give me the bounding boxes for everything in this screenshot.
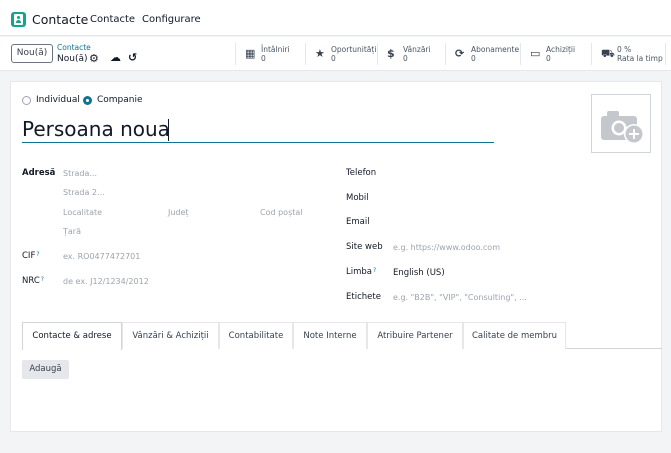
nrc-label: NRC? [22, 276, 44, 286]
address-label: Adresă [22, 168, 56, 178]
smart-button-opportunities[interactable]: ★ Oportunități 0 [305, 43, 377, 65]
calendar-icon: ▦ [245, 47, 256, 60]
website-input[interactable]: e.g. https://www.odoo.com [393, 243, 500, 252]
vat-input[interactable]: ex. RO0477472701 [63, 252, 140, 261]
mobile-label: Mobil [346, 193, 369, 203]
smart-button-on-time-rate[interactable]: ⛟ 0 % Rata la timp [591, 43, 666, 65]
cloud-upload-icon[interactable]: ☁ [110, 51, 121, 64]
text-cursor [168, 119, 169, 141]
vat-label: CIF? [22, 251, 40, 261]
help-icon[interactable]: ? [36, 251, 39, 258]
name-input[interactable] [22, 115, 494, 143]
tab-contacts-addresses[interactable]: Contacte & adrese [22, 322, 122, 350]
smart-button-sales[interactable]: $ Vânzări 0 [377, 43, 445, 65]
help-icon[interactable]: ? [373, 267, 376, 274]
city-input[interactable]: Localitate [63, 208, 102, 217]
radio-individual-label[interactable]: Individual [36, 95, 80, 105]
state-select[interactable]: Județ [168, 208, 189, 217]
credit-card-icon: ▭ [530, 47, 541, 60]
radio-company[interactable] [83, 96, 92, 105]
tab-accounting[interactable]: Contabilitate [219, 322, 293, 349]
website-label: Site web [346, 242, 383, 252]
tab-partner-assignment[interactable]: Atribuire Partener [367, 322, 463, 349]
gear-icon[interactable]: ⚙ [89, 52, 99, 65]
breadcrumb-parent[interactable]: Contacte [57, 43, 91, 52]
smart-button-meetings[interactable]: ▦ Întâlniri 0 [235, 43, 305, 65]
smart-button-purchases[interactable]: ▭ Achiziții 0 [520, 43, 591, 65]
app-title[interactable]: Contacte [32, 12, 88, 27]
contacts-app-icon[interactable] [11, 12, 26, 27]
menu-configurare[interactable]: Configurare [142, 14, 201, 25]
tags-label: Etichete [346, 292, 381, 302]
language-label: Limba? [346, 267, 377, 277]
notebook-tabs: Contacte & adrese Vânzări & Achiziții Co… [22, 322, 662, 350]
nrc-input[interactable]: de ex. J12/1234/2012 [63, 277, 149, 286]
star-icon: ★ [315, 47, 325, 60]
radio-company-label[interactable]: Companie [97, 95, 143, 105]
help-icon[interactable]: ? [41, 276, 44, 283]
tab-sales-purchases[interactable]: Vânzări & Achiziții [122, 322, 219, 349]
breadcrumb-current: Nou(ă) [57, 54, 88, 64]
tab-internal-notes[interactable]: Note Interne [293, 322, 367, 349]
language-select[interactable]: English (US) [393, 268, 445, 278]
country-select[interactable]: Țară [63, 227, 81, 236]
menu-contacte[interactable]: Contacte [90, 14, 135, 25]
tab-membership[interactable]: Calitate de membru [463, 322, 566, 349]
street2-input[interactable]: Strada 2... [63, 188, 105, 197]
add-button[interactable]: Adaugă [22, 360, 69, 379]
form-sheet: Individual Companie Adresă Strada... Str… [10, 81, 662, 432]
new-button[interactable]: Nou(ă) [11, 44, 53, 63]
discard-icon[interactable]: ↺ [128, 51, 137, 64]
control-panel: Nou(ă) Contacte Nou(ă) ⚙ ☁ ↺ ▦ Întâlniri… [0, 37, 671, 71]
truck-icon: ⛟ [601, 47, 615, 60]
top-navbar: Contacte Contacte Configurare [0, 0, 671, 36]
street-input[interactable]: Strada... [63, 169, 97, 178]
avatar-upload[interactable] [591, 94, 651, 153]
smart-button-subscriptions[interactable]: ⟳ Abonamente 0 [445, 43, 520, 65]
zip-input[interactable]: Cod poștal [260, 208, 303, 217]
dollar-icon: $ [387, 47, 395, 60]
tags-input[interactable]: e.g. "B2B", "VIP", "Consulting", ... [393, 293, 527, 302]
phone-label: Telefon [346, 168, 377, 178]
refresh-icon: ⟳ [455, 47, 465, 60]
camera-plus-icon [601, 111, 644, 144]
radio-individual[interactable] [22, 96, 31, 105]
email-label: Email [346, 217, 370, 227]
